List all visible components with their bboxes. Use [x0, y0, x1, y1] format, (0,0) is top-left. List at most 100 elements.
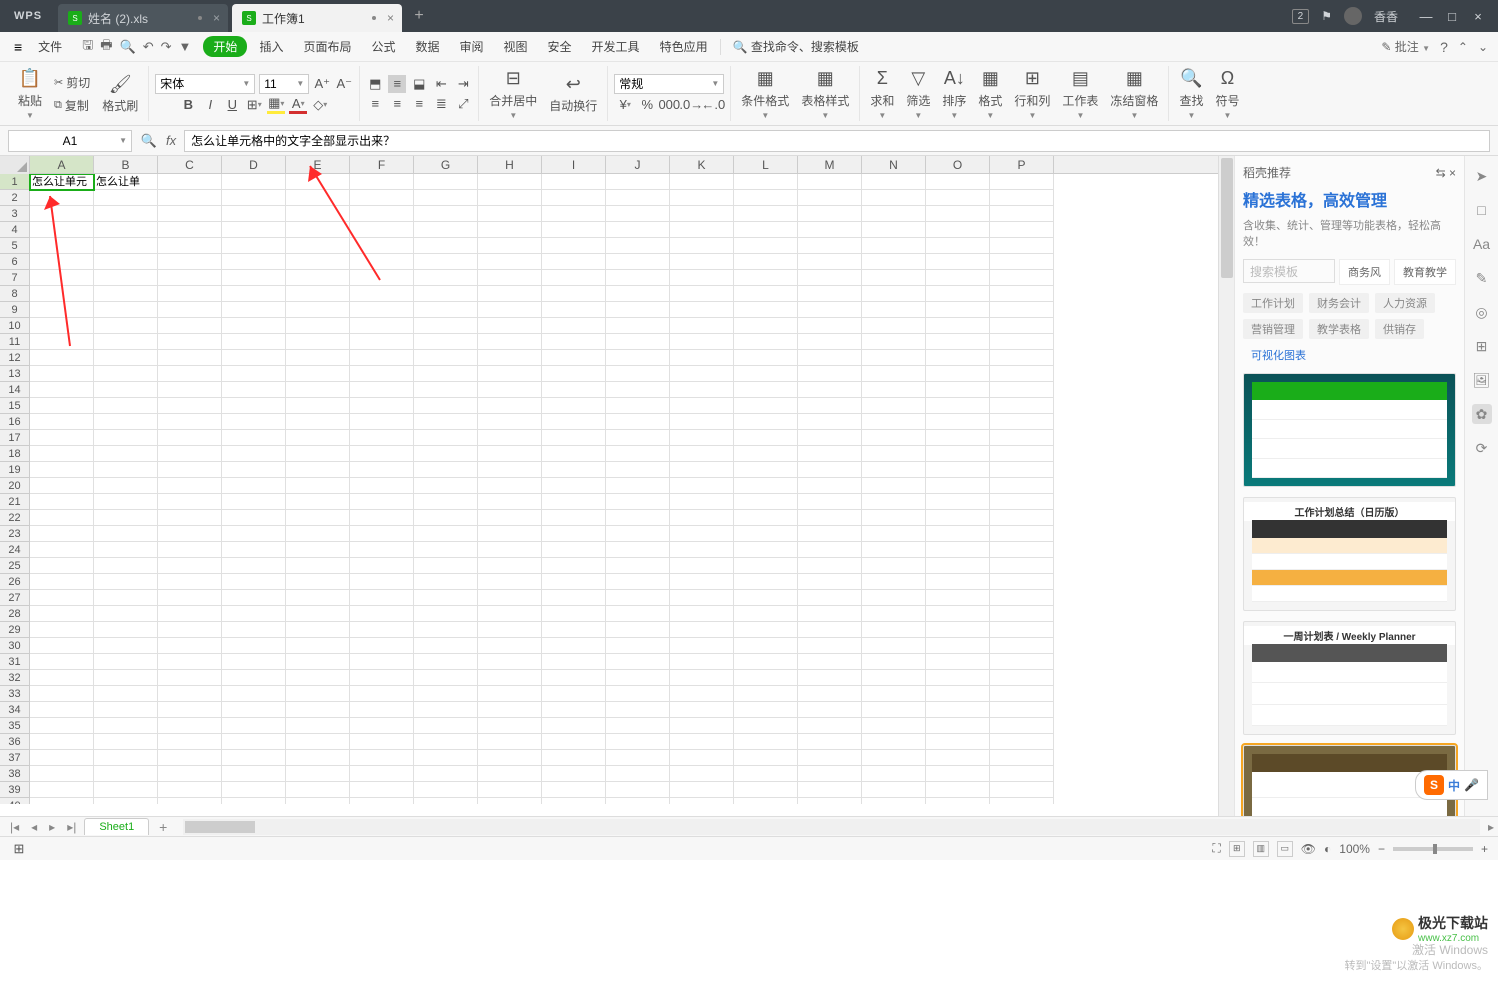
col-header[interactable]: K [670, 156, 734, 173]
cell[interactable] [30, 734, 94, 750]
cell[interactable] [222, 446, 286, 462]
cell[interactable] [798, 430, 862, 446]
cell[interactable] [542, 606, 606, 622]
cell[interactable] [926, 670, 990, 686]
cell[interactable] [926, 462, 990, 478]
cell[interactable] [478, 686, 542, 702]
cell[interactable] [350, 750, 414, 766]
cell[interactable] [990, 334, 1054, 350]
row-header[interactable]: 29 [0, 622, 30, 638]
cell[interactable] [990, 446, 1054, 462]
cell[interactable] [606, 702, 670, 718]
cell[interactable] [990, 798, 1054, 804]
cell[interactable] [414, 398, 478, 414]
cell[interactable] [478, 542, 542, 558]
format-button[interactable]: ▦格式▼ [974, 66, 1006, 122]
cell[interactable] [606, 270, 670, 286]
find-button[interactable]: 🔍查找▼ [1175, 66, 1207, 122]
cell[interactable] [94, 222, 158, 238]
col-header[interactable]: E [286, 156, 350, 173]
cell[interactable] [670, 670, 734, 686]
cell[interactable] [222, 222, 286, 238]
row-header[interactable]: 27 [0, 590, 30, 606]
cell[interactable] [350, 702, 414, 718]
cell[interactable] [414, 446, 478, 462]
cell[interactable] [926, 542, 990, 558]
cell[interactable] [286, 638, 350, 654]
cell[interactable] [158, 494, 222, 510]
cell[interactable] [478, 510, 542, 526]
row-header[interactable]: 3 [0, 206, 30, 222]
cell[interactable] [926, 654, 990, 670]
cell[interactable] [286, 686, 350, 702]
cell[interactable] [798, 750, 862, 766]
cell[interactable] [158, 222, 222, 238]
tab-developer[interactable]: 开发工具 [584, 35, 648, 58]
row-header[interactable]: 35 [0, 718, 30, 734]
col-header[interactable]: H [478, 156, 542, 173]
save-icon[interactable]: 🖫 [82, 36, 93, 58]
cell[interactable] [414, 254, 478, 270]
font-combo[interactable]: 宋体▼ [155, 74, 255, 94]
cell[interactable] [350, 798, 414, 804]
cell[interactable] [798, 222, 862, 238]
cell[interactable] [926, 366, 990, 382]
align-justify-icon[interactable]: ≣ [432, 95, 450, 113]
cell[interactable] [606, 302, 670, 318]
cell[interactable] [414, 350, 478, 366]
cell[interactable] [414, 174, 478, 190]
cell[interactable] [350, 542, 414, 558]
style-tab-edu[interactable]: 教育教学 [1394, 259, 1456, 285]
zoom-selection-icon[interactable]: 🔍 [140, 132, 158, 150]
cell[interactable] [222, 702, 286, 718]
cell[interactable] [798, 638, 862, 654]
row-header[interactable]: 2 [0, 190, 30, 206]
cell[interactable] [798, 446, 862, 462]
cell[interactable] [926, 270, 990, 286]
cell[interactable] [990, 734, 1054, 750]
bold-button[interactable]: B [179, 96, 197, 114]
cell[interactable] [158, 462, 222, 478]
sheet-nav-prev[interactable]: ◂ [27, 820, 41, 834]
cell[interactable] [542, 702, 606, 718]
row-header[interactable]: 9 [0, 302, 30, 318]
cell[interactable] [222, 526, 286, 542]
cell[interactable] [94, 270, 158, 286]
cell[interactable] [926, 478, 990, 494]
font-size-combo[interactable]: 11▼ [259, 74, 309, 94]
cell[interactable] [926, 606, 990, 622]
cell[interactable] [478, 574, 542, 590]
cell[interactable] [94, 238, 158, 254]
style-icon[interactable]: Aa [1472, 234, 1492, 254]
cell[interactable] [286, 526, 350, 542]
cell[interactable] [94, 574, 158, 590]
decrease-decimal-icon[interactable]: ←.0 [704, 96, 722, 114]
cell[interactable] [350, 734, 414, 750]
cell[interactable] [478, 430, 542, 446]
tag-viz[interactable]: 可视化图表 [1243, 345, 1314, 365]
cell[interactable] [30, 638, 94, 654]
cell[interactable] [926, 382, 990, 398]
cell[interactable] [222, 334, 286, 350]
col-header[interactable]: L [734, 156, 798, 173]
cell[interactable] [990, 222, 1054, 238]
cell[interactable] [350, 318, 414, 334]
cell[interactable] [30, 430, 94, 446]
cell[interactable] [606, 334, 670, 350]
cell[interactable] [94, 590, 158, 606]
row-header[interactable]: 16 [0, 414, 30, 430]
cell[interactable] [798, 190, 862, 206]
row-header[interactable]: 18 [0, 446, 30, 462]
sheet-nav-last[interactable]: ▸| [63, 820, 80, 834]
cell[interactable] [798, 462, 862, 478]
cell[interactable] [478, 494, 542, 510]
cell[interactable] [990, 478, 1054, 494]
cell[interactable] [94, 718, 158, 734]
cell[interactable] [478, 174, 542, 190]
cell[interactable] [670, 622, 734, 638]
cell[interactable] [30, 702, 94, 718]
cell[interactable] [670, 798, 734, 804]
cell[interactable] [862, 638, 926, 654]
cell[interactable] [542, 750, 606, 766]
row-header[interactable]: 15 [0, 398, 30, 414]
